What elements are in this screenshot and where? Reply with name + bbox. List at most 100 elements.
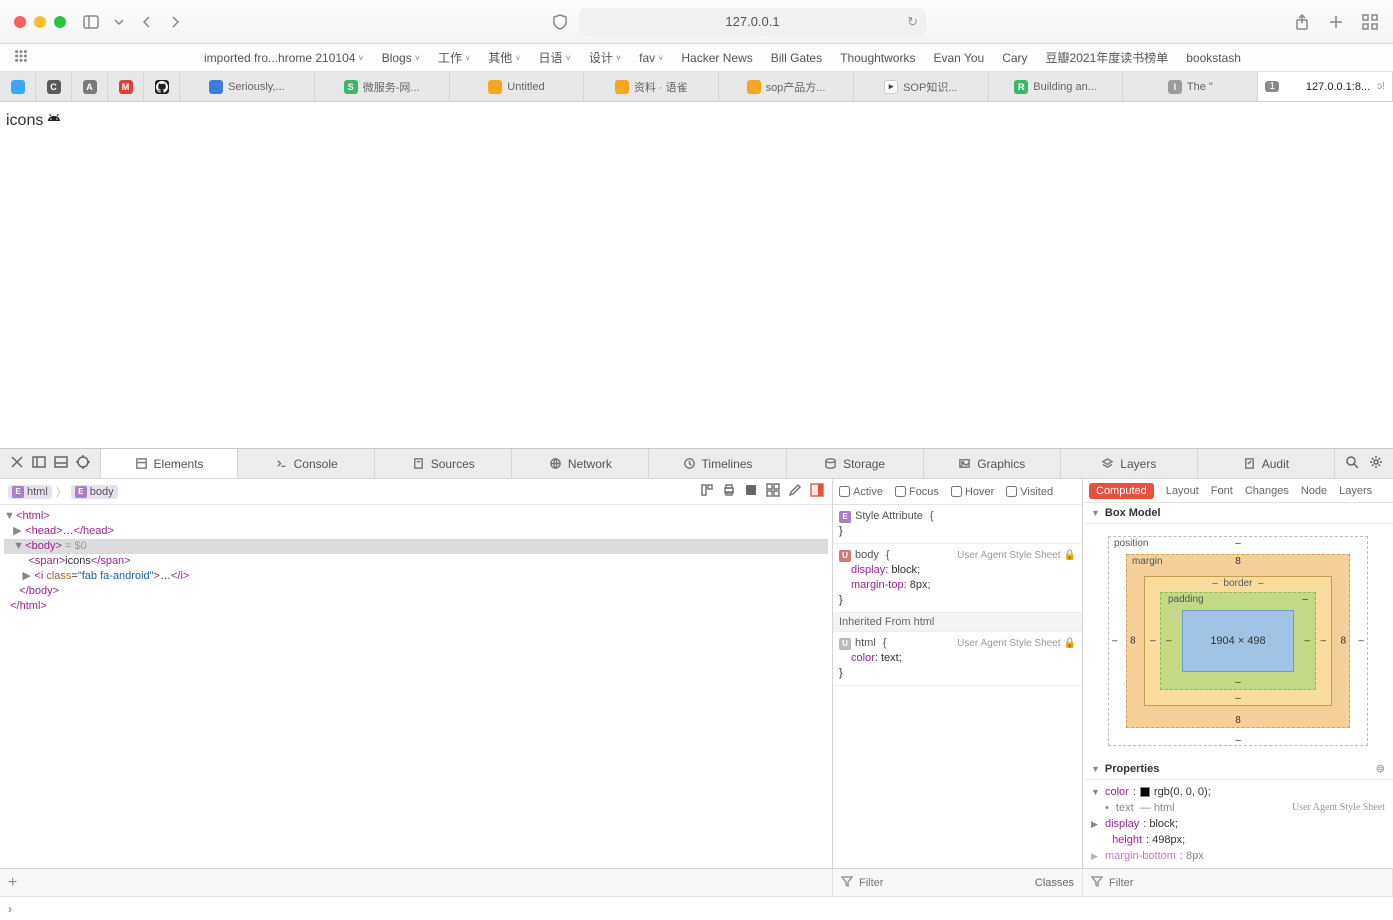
address-text: 127.0.0.1 <box>725 14 779 29</box>
edit-pencil-icon[interactable] <box>788 483 802 500</box>
search-icon[interactable] <box>1345 455 1359 472</box>
pseudo-focus[interactable]: Focus <box>895 486 939 498</box>
devtools-tab-elements[interactable]: Elements <box>101 449 238 478</box>
computed-filter-input[interactable] <box>1109 877 1384 889</box>
favorite-item[interactable]: 豆瓣2021年度读书榜单 <box>1046 49 1169 66</box>
devtools-panel: ElementsConsoleSourcesNetworkTimelinesSt… <box>0 448 1393 920</box>
devtools-tab-network[interactable]: Network <box>512 449 649 478</box>
breadcrumb-body[interactable]: Ebody <box>71 485 118 499</box>
box-model-content: 1904 × 498 <box>1182 610 1294 672</box>
devtools-tab-sources[interactable]: Sources <box>375 449 512 478</box>
computed-properties-list[interactable]: ▼color: rgb(0, 0, 0); • text — htmlUser … <box>1083 780 1393 868</box>
sidebar-toggle-icon[interactable] <box>82 13 100 31</box>
page-text: icons <box>6 112 43 130</box>
browser-tab[interactable]: Untitled <box>450 72 585 101</box>
close-devtools-icon[interactable] <box>10 455 24 472</box>
console-prompt[interactable]: › <box>0 896 1393 920</box>
android-icon <box>46 112 62 131</box>
favorite-item[interactable]: Thoughtworks <box>840 51 915 65</box>
favorite-item[interactable]: Hacker News <box>681 51 752 65</box>
pseudo-active[interactable]: Active <box>839 486 883 498</box>
dock-bottom-icon[interactable] <box>54 455 68 472</box>
computed-pane: Computed Layout Font Changes Node Layers ▼Box… <box>1083 479 1393 868</box>
devtools-tab-audit[interactable]: Audit <box>1198 449 1335 478</box>
devtools-tab-timelines[interactable]: Timelines <box>649 449 786 478</box>
devtools-tab-layers[interactable]: Layers <box>1061 449 1198 478</box>
devtools-tab-bar: ElementsConsoleSourcesNetworkTimelinesSt… <box>0 449 1393 479</box>
inherited-from-header: Inherited From html <box>833 613 1082 632</box>
device-icon[interactable] <box>744 483 758 500</box>
devtools-tab-storage[interactable]: Storage <box>787 449 924 478</box>
browser-tab[interactable]: A <box>72 72 108 101</box>
browser-tab[interactable] <box>144 72 180 101</box>
styles-pane: Active Focus Hover Visited EStyle Attrib… <box>833 479 1083 868</box>
computed-tab-font[interactable]: Font <box>1211 485 1233 497</box>
favorite-item[interactable]: 设计˅ <box>589 49 621 66</box>
pseudo-class-toggles: Active Focus Hover Visited <box>833 479 1082 505</box>
back-button[interactable] <box>138 13 156 31</box>
favorite-item[interactable]: 日语˅ <box>539 49 571 66</box>
devtools-tab-graphics[interactable]: Graphics <box>924 449 1061 478</box>
styles-filter-input[interactable] <box>859 877 1029 889</box>
browser-tab[interactable] <box>0 72 36 101</box>
address-bar[interactable]: 127.0.0.1 ↻ <box>579 8 926 36</box>
browser-tab[interactable]: C <box>36 72 72 101</box>
style-body-section[interactable]: Ubody {User Agent Style Sheet🔒 display: … <box>833 544 1082 613</box>
add-rule-icon[interactable]: + <box>8 874 17 892</box>
dom-tree[interactable]: ▼ <html> ▶ <head>…</head> ▼ <body> = $0 … <box>0 505 832 868</box>
favorite-item[interactable]: imported fro...hrome 210104˅ <box>204 51 364 65</box>
grid-tool-icon[interactable] <box>766 483 780 500</box>
browser-tab[interactable]: M <box>108 72 144 101</box>
favorite-item[interactable]: 其他˅ <box>488 49 520 66</box>
shield-icon[interactable] <box>551 13 569 31</box>
computed-tab-computed[interactable]: Computed <box>1089 483 1154 499</box>
browser-tab[interactable]: RBuilding an... <box>989 72 1124 101</box>
favorite-item[interactable]: Blogs˅ <box>382 51 420 65</box>
close-window-button[interactable] <box>14 16 26 28</box>
chevron-down-icon[interactable] <box>110 13 128 31</box>
browser-tab[interactable]: sop产品方... <box>719 72 854 101</box>
forward-button[interactable] <box>166 13 184 31</box>
computed-tab-layers[interactable]: Layers <box>1339 485 1372 497</box>
computed-tab-changes[interactable]: Changes <box>1245 485 1289 497</box>
computed-tab-bar: Computed Layout Font Changes Node Layers <box>1083 479 1393 503</box>
style-attribute-section[interactable]: EStyle Attribute { } <box>833 505 1082 544</box>
inspect-element-icon[interactable] <box>76 455 90 472</box>
browser-tab[interactable]: 1127.0.0.1:8...ɔ! <box>1258 72 1393 101</box>
devtools-tab-console[interactable]: Console <box>238 449 375 478</box>
devtools-bottom-bar: + Classes <box>0 868 1393 896</box>
apps-grid-icon[interactable] <box>14 49 28 66</box>
favorite-item[interactable]: Evan You <box>933 51 984 65</box>
favorite-item[interactable]: Bill Gates <box>771 51 822 65</box>
tab-overview-icon[interactable] <box>1361 13 1379 31</box>
browser-tab[interactable]: ▸SOP知识... <box>854 72 989 101</box>
browser-tab[interactable]: S微服务-网... <box>315 72 450 101</box>
favorite-item[interactable]: bookstash <box>1186 51 1241 65</box>
style-html-section[interactable]: Uhtml {User Agent Style Sheet🔒 color: te… <box>833 632 1082 686</box>
new-tab-icon[interactable] <box>1327 13 1345 31</box>
reload-icon[interactable]: ↻ <box>907 14 918 30</box>
minimize-window-button[interactable] <box>34 16 46 28</box>
window-traffic-lights <box>14 16 66 28</box>
breadcrumb-html[interactable]: Ehtml <box>8 485 52 499</box>
settings-gear-icon[interactable] <box>1369 455 1383 472</box>
browser-tab[interactable]: Seriously,... <box>180 72 315 101</box>
properties-header[interactable]: ▼Properties⊜ <box>1083 758 1393 780</box>
toggle-details-icon[interactable] <box>810 483 824 500</box>
browser-tab[interactable]: IThe " <box>1123 72 1258 101</box>
favorite-item[interactable]: Cary <box>1002 51 1027 65</box>
layout-tool-icon[interactable] <box>700 483 714 500</box>
favorite-item[interactable]: fav˅ <box>639 51 663 65</box>
box-model-header[interactable]: ▼Box Model <box>1083 503 1393 524</box>
maximize-window-button[interactable] <box>54 16 66 28</box>
classes-toggle[interactable]: Classes <box>1035 877 1074 889</box>
print-icon[interactable] <box>722 483 736 500</box>
pseudo-hover[interactable]: Hover <box>951 486 994 498</box>
favorite-item[interactable]: 工作˅ <box>438 49 470 66</box>
browser-tab[interactable]: 资料 · 语雀 <box>584 72 719 101</box>
computed-tab-node[interactable]: Node <box>1301 485 1327 497</box>
share-icon[interactable] <box>1293 13 1311 31</box>
dock-left-icon[interactable] <box>32 455 46 472</box>
pseudo-visited[interactable]: Visited <box>1006 486 1053 498</box>
computed-tab-layout[interactable]: Layout <box>1166 485 1199 497</box>
